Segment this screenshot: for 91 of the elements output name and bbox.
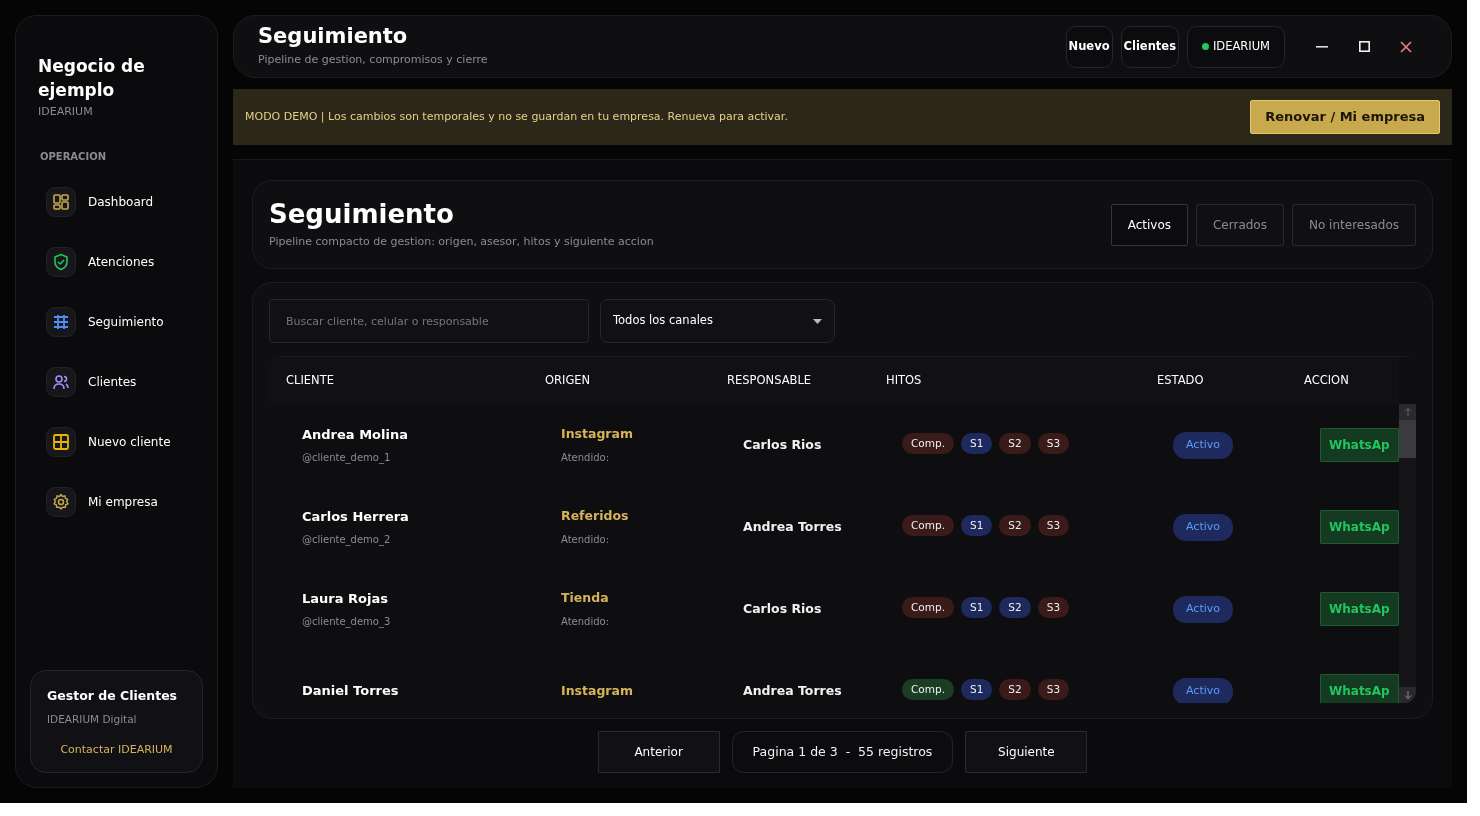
milestone-tag: S1 <box>961 678 993 701</box>
status-badge: Activo <box>1173 596 1233 623</box>
grid-icon <box>52 432 70 451</box>
channel-select[interactable]: Todos los canales <box>600 299 835 343</box>
milestone-tag: S3 <box>1037 596 1070 619</box>
column-header: HITOS <box>886 371 923 389</box>
business-name: Negocio de ejemplo <box>37 55 146 102</box>
account-chip[interactable]: IDEARIUM <box>1187 25 1285 68</box>
column-header: ORIGEN <box>545 371 592 389</box>
header-button[interactable]: Clientes <box>1120 25 1179 68</box>
client-name: Carlos Herrera <box>302 507 410 526</box>
sidebar-item[interactable]: Nuevo cliente <box>30 411 203 472</box>
scroll-thumb[interactable] <box>1399 420 1416 458</box>
page-subtitle: Pipeline de gestion, compromisos y cierre <box>258 52 488 69</box>
origin-text: Instagram <box>561 681 634 700</box>
milestone-tag: S2 <box>999 596 1031 619</box>
banner-text: MODO DEMO | Los cambios son temporales y no se guardan en tu empresa. Renueva para activar. <box>245 108 788 125</box>
sidebar-item[interactable]: Seguimiento <box>30 291 203 352</box>
status-badge: Activo <box>1173 432 1233 459</box>
sidebar-item[interactable]: Clientes <box>30 351 203 412</box>
column-header: ACCION <box>1304 371 1350 389</box>
caret-icon <box>813 318 822 324</box>
milestone-tag: S3 <box>1037 432 1070 455</box>
origin-text: Tienda <box>561 589 610 608</box>
milestone-tag: Comp. <box>902 678 954 701</box>
sidebar-item[interactable]: Mi empresa <box>30 471 203 532</box>
whatsapp-button[interactable]: WhatsAp <box>1320 510 1399 544</box>
milestone-tag: S2 <box>999 432 1031 455</box>
whatsapp-button[interactable]: WhatsAp <box>1320 674 1399 703</box>
owner-name: Andrea Torres <box>743 682 842 698</box>
status-badge: Activo <box>1173 678 1233 703</box>
owner-name: Carlos Rios <box>743 436 822 452</box>
filter-tab[interactable]: Activos <box>1110 203 1188 246</box>
milestone-tag: Comp. <box>902 432 954 455</box>
milestone-tag: S2 <box>999 514 1031 537</box>
whatsapp-button[interactable]: WhatsAp <box>1320 592 1399 626</box>
renew-button[interactable]: Renovar / Mi empresa <box>1250 100 1440 134</box>
client-name: Daniel Torres <box>302 682 400 701</box>
card-subtitle: IDEARIUM Digital <box>47 711 138 727</box>
header-button[interactable]: Nuevo <box>1065 25 1113 68</box>
minimize-icon <box>1316 45 1328 48</box>
page-info: Pagina 1 de 3 - 55 registros <box>731 731 954 773</box>
filter-tab[interactable]: Cerrados <box>1196 203 1284 246</box>
filter-tab[interactable]: No interesados <box>1291 203 1416 246</box>
attended-text: Atendido: <box>561 614 611 629</box>
owner-name: Carlos Rios <box>743 600 822 616</box>
shield-check-icon <box>52 252 70 271</box>
settings-icon <box>52 492 70 511</box>
arrow-up-icon <box>1403 408 1412 416</box>
search-field[interactable]: Buscar cliente, celular o responsable <box>269 299 589 343</box>
users-icon <box>52 372 70 391</box>
column-header: CLIENTE <box>286 371 335 389</box>
card-title: Gestor de Clientes <box>47 687 179 705</box>
client-handle: @cliente_demo_1 <box>302 451 392 466</box>
milestone-tag: S3 <box>1037 678 1070 701</box>
milestone-tag: S2 <box>999 678 1031 701</box>
close-icon <box>1400 40 1412 53</box>
contact-link[interactable]: Contactar IDEARIUM <box>47 741 186 758</box>
scrollbar[interactable] <box>1399 404 1416 703</box>
milestone-tag: S1 <box>961 432 993 455</box>
milestone-tag: S1 <box>961 596 993 619</box>
sidebar-item[interactable]: Atenciones <box>30 231 203 292</box>
milestone-tag: S1 <box>961 514 993 537</box>
origin-text: Instagram <box>561 425 634 444</box>
attended-text: Atendido: <box>561 532 611 547</box>
column-header: RESPONSABLE <box>727 371 813 389</box>
section-title: Seguimiento <box>269 198 455 230</box>
maximize-icon <box>1358 41 1370 52</box>
arrow-down-icon <box>1403 691 1412 699</box>
client-handle: @cliente_demo_3 <box>302 615 392 630</box>
milestone-tag: Comp. <box>902 514 954 537</box>
table-icon <box>52 312 70 331</box>
section-label: OPERACION <box>40 149 108 164</box>
column-header: ESTADO <box>1157 371 1205 389</box>
business-subtitle: IDEARIUM <box>37 104 94 120</box>
milestone-tag: Comp. <box>902 596 954 619</box>
attended-text: Atendido: <box>561 450 611 465</box>
owner-name: Andrea Torres <box>743 518 842 534</box>
client-handle: @cliente_demo_2 <box>302 533 392 548</box>
page-title: Seguimiento <box>258 24 409 50</box>
next-button[interactable]: Siguiente <box>965 731 1088 773</box>
section-subtitle: Pipeline compacto de gestion: origen, asesor, hitos y siguiente accion <box>269 233 654 250</box>
origin-text: Referidos <box>561 507 630 526</box>
previous-button[interactable]: Anterior <box>597 731 720 773</box>
dashboard-icon <box>52 192 70 211</box>
client-name: Laura Rojas <box>302 589 389 608</box>
whatsapp-button[interactable]: WhatsAp <box>1320 428 1399 462</box>
client-name: Andrea Molina <box>302 425 409 444</box>
status-badge: Activo <box>1173 514 1233 541</box>
milestone-tag: S3 <box>1037 514 1070 537</box>
sidebar-item[interactable]: Dashboard <box>30 171 203 232</box>
